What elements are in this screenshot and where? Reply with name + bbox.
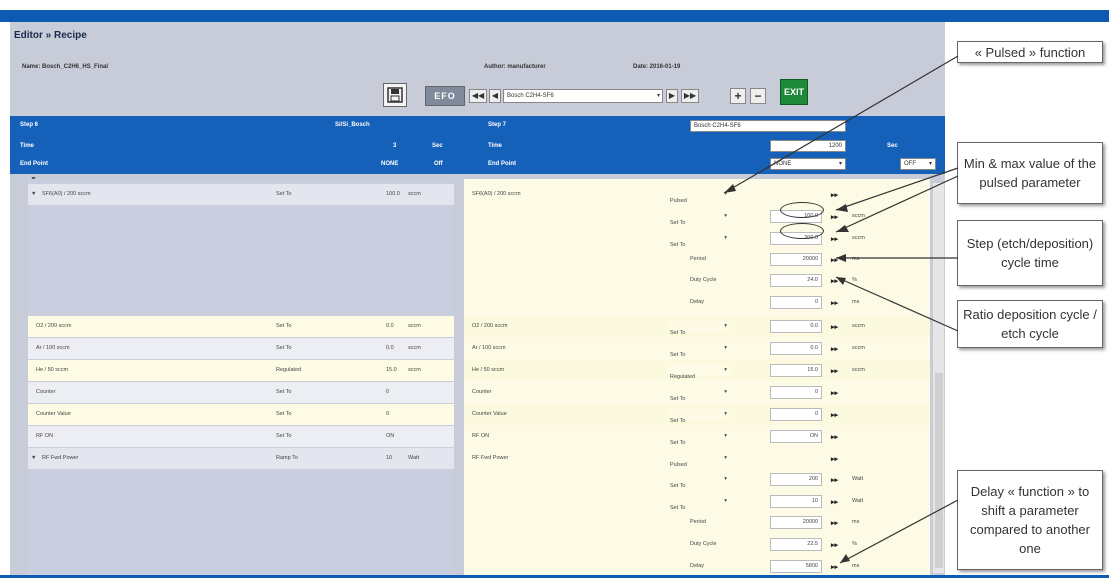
annotation-arrows — [723, 55, 959, 564]
bottom-blue-line — [0, 575, 1109, 578]
